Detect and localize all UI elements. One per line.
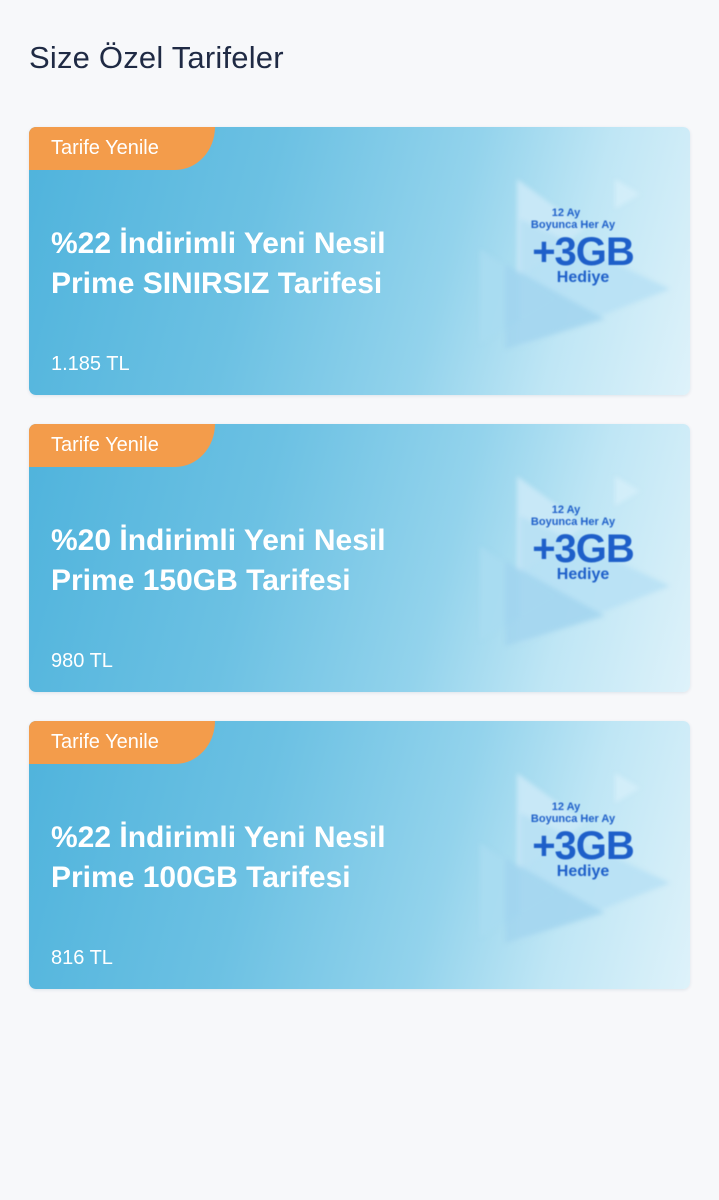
tariff-card[interactable]: Tarife Yenile %20 İndirimli Yeni Nesil P… [29, 424, 690, 692]
tariff-title-line2: Prime SINIRSIZ Tarifesi [51, 267, 383, 300]
promo-text: 12 Ay Boyunca Her Ay +3GB Hediye [523, 504, 643, 583]
tariff-title-line1: %22 İndirimli Yeni Nesil [51, 227, 386, 260]
promo-graphic: 12 Ay Boyunca Her Ay +3GB Hediye [465, 466, 690, 646]
promo-line1: 12 Ay [551, 504, 581, 516]
promo-line1: 12 Ay [551, 801, 581, 813]
tariff-badge: Tarife Yenile [29, 424, 215, 467]
tariff-title-line2: Prime 100GB Tarifesi [51, 861, 351, 894]
tariff-card[interactable]: Tarife Yenile %22 İndirimli Yeni Nesil P… [29, 721, 690, 989]
tariff-title-line1: %22 İndirimli Yeni Nesil [51, 821, 386, 854]
tariff-title: %20 İndirimli Yeni Nesil Prime 150GB Tar… [51, 521, 471, 601]
tariff-badge: Tarife Yenile [29, 127, 215, 170]
tariff-badge: Tarife Yenile [29, 721, 215, 764]
tariff-title-line2: Prime 150GB Tarifesi [51, 564, 351, 597]
tariff-price: 816 TL [51, 947, 113, 969]
tariff-price: 980 TL [51, 650, 113, 672]
promo-graphic: 12 Ay Boyunca Her Ay +3GB Hediye [465, 169, 690, 349]
tariff-title-line1: %20 İndirimli Yeni Nesil [51, 524, 386, 557]
tariff-price: 1.185 TL [51, 353, 130, 375]
promo-line3: +3GB [532, 824, 635, 868]
tariff-title: %22 İndirimli Yeni Nesil Prime SINIRSIZ … [51, 224, 471, 304]
promo-line3: +3GB [532, 230, 635, 274]
tariff-card[interactable]: Tarife Yenile %22 İndirimli Yeni Nesil P… [29, 127, 690, 395]
promo-line3: +3GB [532, 527, 635, 571]
promo-graphic: 12 Ay Boyunca Her Ay +3GB Hediye [465, 763, 690, 943]
tariff-title: %22 İndirimli Yeni Nesil Prime 100GB Tar… [51, 818, 471, 898]
promo-line1: 12 Ay [551, 207, 581, 219]
promo-text: 12 Ay Boyunca Her Ay +3GB Hediye [523, 207, 643, 286]
promo-text: 12 Ay Boyunca Her Ay +3GB Hediye [523, 801, 643, 880]
page-title: Size Özel Tarifeler [29, 40, 284, 75]
